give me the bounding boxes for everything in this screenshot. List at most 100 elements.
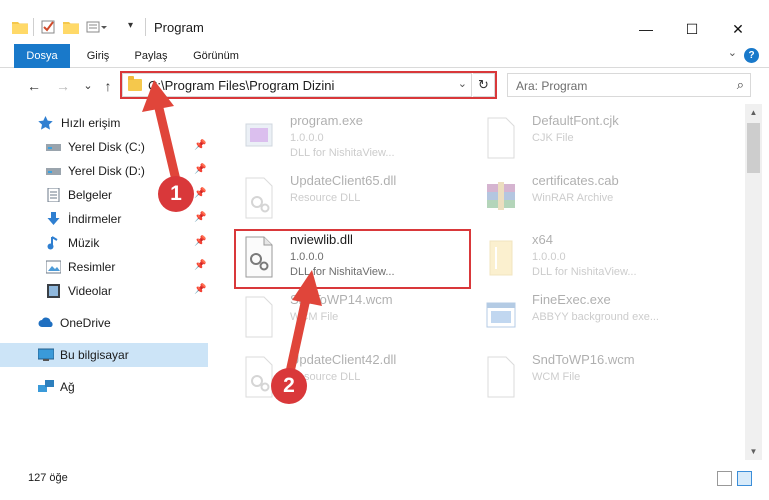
new-folder-icon[interactable] xyxy=(63,20,79,34)
pin-icon[interactable]: 📌 xyxy=(194,164,206,175)
maximize-button[interactable]: ☐ xyxy=(669,14,715,44)
sidebar-item-videos[interactable]: Videolar 📌 xyxy=(0,279,208,303)
sidebar-item-label: Yerel Disk (C:) xyxy=(68,140,145,154)
file-type: WCM File xyxy=(532,371,581,383)
file-description: DLL for NishitaView... xyxy=(290,147,395,159)
tab-share[interactable]: Paylaş xyxy=(128,44,174,68)
sidebar-item-network[interactable]: Ağ xyxy=(0,375,208,399)
sidebar-item-label: Videolar xyxy=(68,284,112,298)
vertical-scrollbar[interactable]: ▲ ▼ xyxy=(745,104,762,460)
network-icon xyxy=(38,380,54,394)
music-icon xyxy=(46,236,61,250)
computer-icon xyxy=(37,348,55,362)
search-icon[interactable]: ⌕ xyxy=(737,77,744,93)
ribbon-tabs: Dosya Giriş Paylaş Görünüm ⌄ ? xyxy=(0,44,769,100)
sidebar-item-label: İndirmeler xyxy=(68,212,122,226)
file-type: ABBYY background exe... xyxy=(532,311,659,323)
step-1-badge: 1 xyxy=(158,176,194,212)
star-icon xyxy=(38,116,53,130)
status-bar: 127 öğe xyxy=(0,468,769,490)
pin-icon[interactable]: 📌 xyxy=(194,260,206,271)
up-button[interactable]: ↑ xyxy=(98,76,118,96)
file-name: x64 xyxy=(532,232,553,247)
separator xyxy=(33,18,34,36)
file-type: WinRAR Archive xyxy=(532,192,614,204)
sidebar-item-onedrive[interactable]: OneDrive xyxy=(0,311,208,335)
file-name: certificates.cab xyxy=(532,173,619,188)
pin-icon[interactable]: 📌 xyxy=(194,236,206,247)
download-icon xyxy=(46,212,61,226)
file-version: 1.0.0.0 xyxy=(290,132,324,144)
sidebar-item-pictures[interactable]: Resimler 📌 xyxy=(0,255,208,279)
file-item[interactable]: certificates.cab WinRAR Archive xyxy=(478,172,718,228)
search-box[interactable]: Ara: Program ⌕ xyxy=(507,73,751,97)
close-icon: ✕ xyxy=(732,20,744,37)
file-item[interactable]: SndToWP14.wcm WCM File xyxy=(236,291,476,347)
details-view-icon[interactable] xyxy=(717,471,732,486)
sidebar-item-quick-access[interactable]: Hızlı erişim xyxy=(0,111,208,135)
large-icons-view-icon[interactable] xyxy=(737,471,752,486)
search-input[interactable]: Ara: Program xyxy=(516,79,587,93)
file-name: UpdateClient65.dll xyxy=(290,173,397,188)
sidebar-item-label: OneDrive xyxy=(60,316,111,330)
scroll-up-icon[interactable]: ▲ xyxy=(745,104,762,121)
file-description: DLL for NishitaView... xyxy=(532,266,637,278)
back-button[interactable]: ← xyxy=(24,76,44,96)
file-item[interactable]: DefaultFont.cjk CJK File xyxy=(478,112,718,168)
sidebar-item-label: Ağ xyxy=(60,380,75,394)
file-name: program.exe xyxy=(290,113,363,128)
pin-icon[interactable]: 📌 xyxy=(194,188,206,199)
file-item[interactable]: SndToWP16.wcm WCM File xyxy=(478,351,718,407)
sidebar-item-label: Müzik xyxy=(68,236,100,250)
recent-locations-button[interactable]: ⌄ xyxy=(78,76,98,96)
file-item[interactable]: x64 1.0.0.0 DLL for NishitaView... xyxy=(478,231,718,287)
forward-button[interactable]: → xyxy=(53,76,73,96)
pin-icon[interactable]: 📌 xyxy=(194,140,206,151)
documents-icon xyxy=(46,187,61,203)
file-name: UpdateClient42.dll xyxy=(290,352,397,367)
app-window-icon xyxy=(484,295,518,339)
item-count: 127 öğe xyxy=(28,472,68,484)
scroll-down-icon[interactable]: ▼ xyxy=(745,443,762,460)
separator xyxy=(145,18,146,36)
blank-file-icon xyxy=(242,295,276,339)
videos-icon xyxy=(46,284,61,298)
title-bar: ▾ Program — ☐ ✕ xyxy=(0,0,769,44)
expand-ribbon-icon[interactable]: ⌄ xyxy=(728,46,737,59)
address-highlight-box xyxy=(120,71,497,99)
sidebar-item-label: Hızlı erişim xyxy=(61,116,121,130)
file-item[interactable]: FineExec.exe ABBYY background exe... xyxy=(478,291,718,347)
file-version: 1.0.0.0 xyxy=(532,251,566,263)
pin-icon[interactable]: 📌 xyxy=(194,212,206,223)
customize-toolbar-icon[interactable] xyxy=(86,20,107,34)
sidebar-item-this-pc[interactable]: Bu bilgisayar xyxy=(0,343,208,367)
file-item[interactable]: program.exe 1.0.0.0 DLL for NishitaView.… xyxy=(236,112,476,168)
scrollbar-thumb[interactable] xyxy=(747,123,760,173)
folder-icon xyxy=(12,20,28,34)
file-type: CJK File xyxy=(532,132,574,144)
dll-file-icon xyxy=(242,176,276,220)
navigation-bar: ← → ⌄ ↑ C:\Program Files\Program Dizini … xyxy=(0,68,769,104)
sidebar-item-label: Resimler xyxy=(68,260,116,274)
minimize-button[interactable]: — xyxy=(623,14,669,44)
sidebar-item-label: Belgeler xyxy=(68,188,113,202)
tab-home[interactable]: Giriş xyxy=(78,44,118,68)
blank-file-icon xyxy=(484,116,518,160)
properties-icon[interactable] xyxy=(41,20,57,34)
help-icon[interactable]: ? xyxy=(744,48,759,63)
sidebar-item-music[interactable]: Müzik 📌 xyxy=(0,231,208,255)
file-item[interactable]: UpdateClient65.dll Resource DLL xyxy=(236,172,476,228)
file-highlight-box xyxy=(234,229,471,289)
window-title: Program xyxy=(154,20,204,35)
tab-view[interactable]: Görünüm xyxy=(186,44,246,68)
file-type: WCM File xyxy=(290,311,339,323)
file-name: DefaultFont.cjk xyxy=(532,113,619,128)
pin-icon[interactable]: 📌 xyxy=(194,284,206,295)
dll-file-icon xyxy=(242,355,276,399)
exe-icon xyxy=(242,116,276,160)
close-button[interactable]: ✕ xyxy=(715,14,761,44)
drive-icon xyxy=(46,140,61,154)
sidebar-item-local-disk-c[interactable]: Yerel Disk (C:) 📌 xyxy=(0,135,208,159)
chevron-down-icon[interactable]: ▾ xyxy=(128,20,144,34)
maximize-icon: ☐ xyxy=(685,20,699,37)
